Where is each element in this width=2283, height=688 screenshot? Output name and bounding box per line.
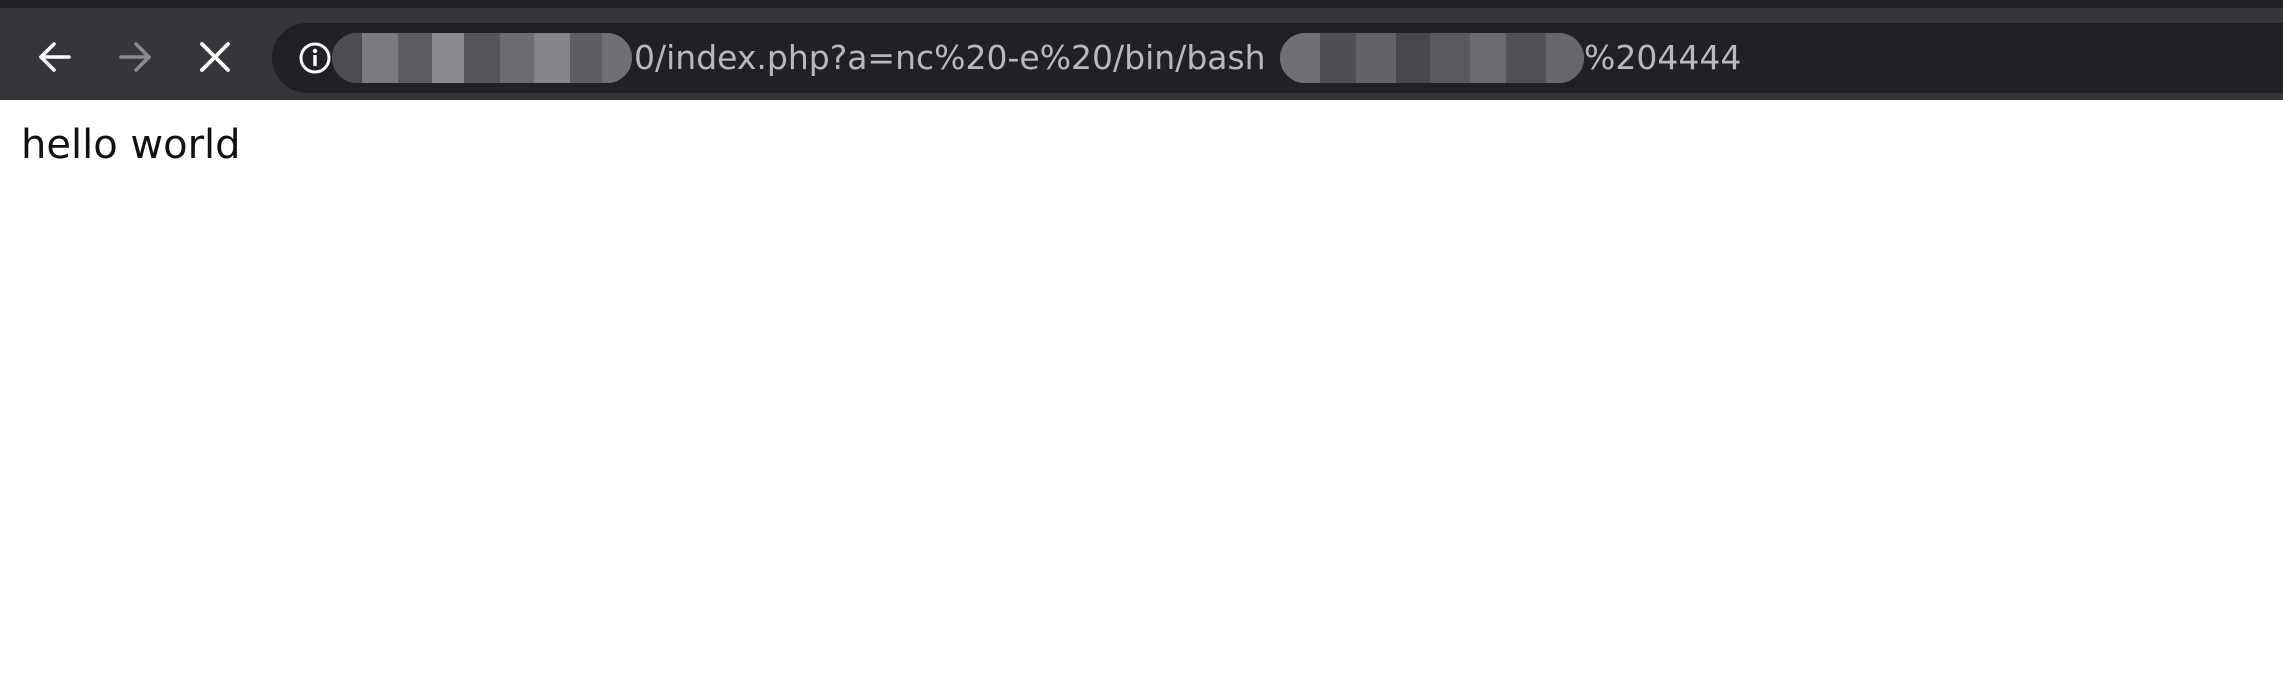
redacted-region [332,33,632,83]
url-text-suffix: %204444 [1584,38,1742,77]
redacted-region [1280,33,1584,83]
arrow-left-icon [35,37,75,77]
browser-window: 0/index.php?a=nc%20-e%20/bin/bash %20444… [0,0,2283,688]
window-top-edge [0,0,2283,8]
page-content: hello world [0,100,2283,688]
close-icon [195,37,235,77]
page-body-text: hello world [21,122,241,168]
browser-toolbar: 0/index.php?a=nc%20-e%20/bin/bash %20444… [0,8,2283,100]
address-bar[interactable]: 0/index.php?a=nc%20-e%20/bin/bash %20444… [272,23,2283,93]
back-button[interactable] [28,30,82,84]
stop-button[interactable] [188,30,242,84]
info-icon[interactable] [298,41,332,75]
arrow-right-icon [115,37,155,77]
url-text: 0/index.php?a=nc%20-e%20/bin/bash [634,38,1266,77]
forward-button[interactable] [108,30,162,84]
